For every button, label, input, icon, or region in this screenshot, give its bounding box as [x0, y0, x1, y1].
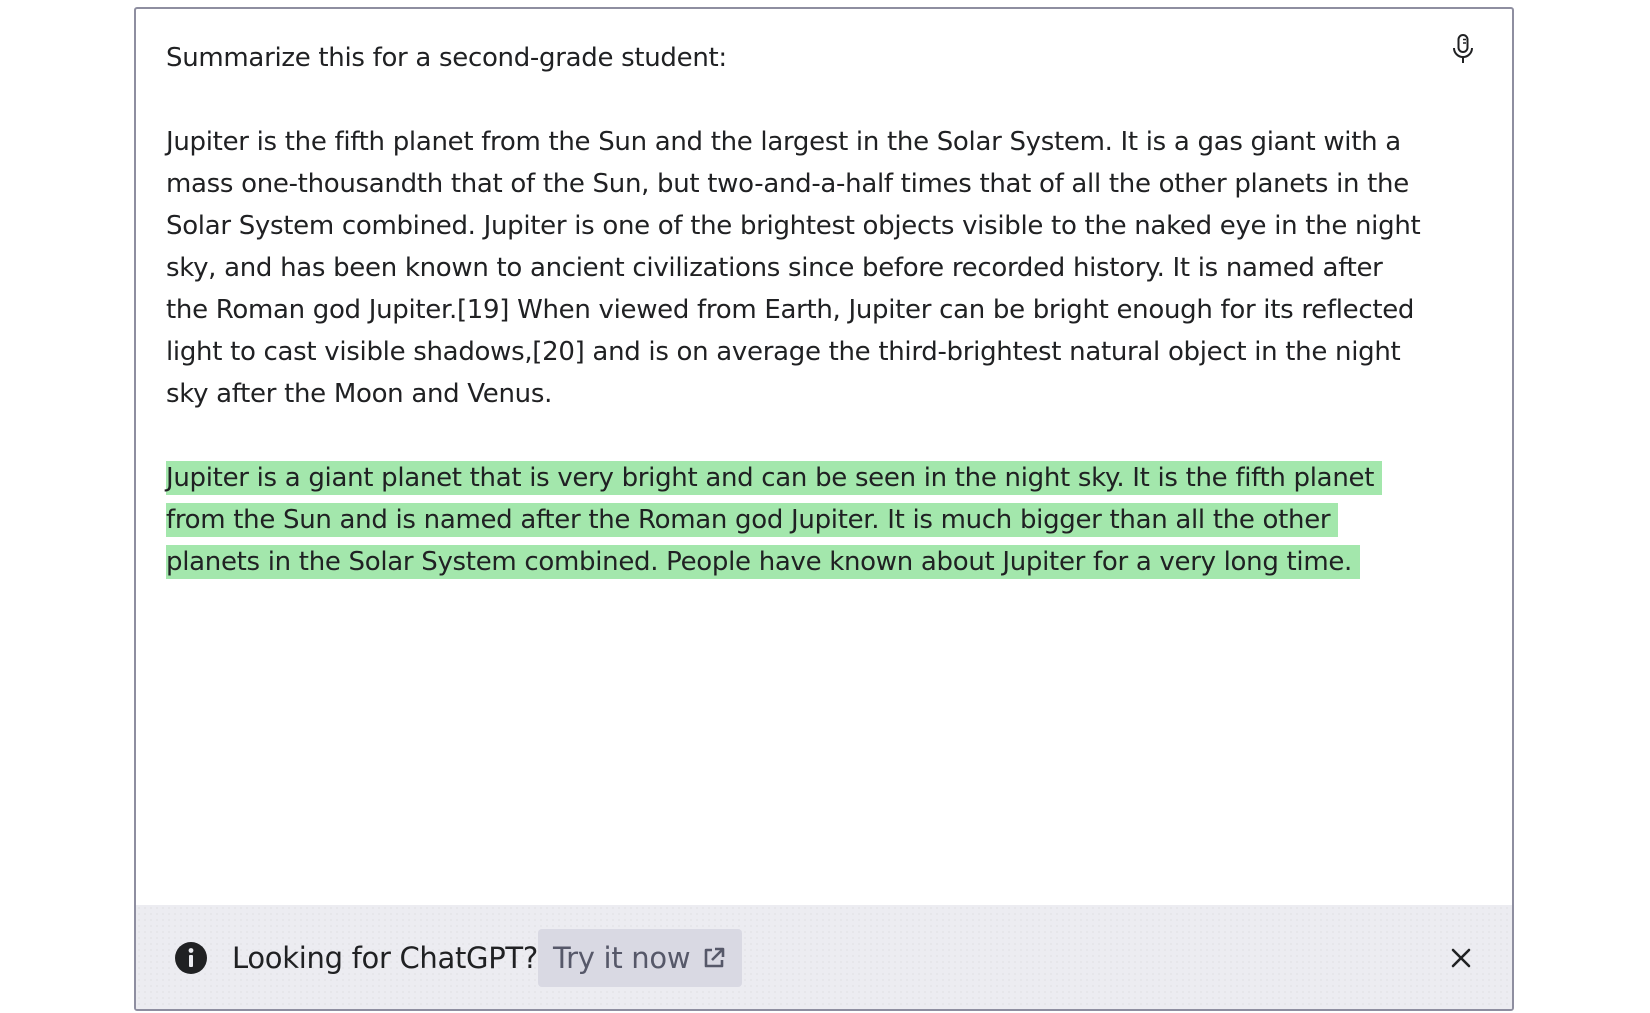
- info-icon: [174, 941, 208, 975]
- try-it-now-button[interactable]: Try it now: [538, 929, 743, 987]
- external-link-icon: [702, 946, 726, 970]
- completion-paragraph: Jupiter is a giant planet that is very b…: [166, 457, 1426, 583]
- microphone-icon[interactable]: [1450, 33, 1476, 67]
- close-icon[interactable]: [1448, 945, 1474, 971]
- completion-highlight: Jupiter is a giant planet that is very b…: [166, 461, 1383, 579]
- playground-editor-frame: Summarize this for a second-grade studen…: [134, 7, 1514, 1011]
- try-it-now-label: Try it now: [553, 941, 691, 975]
- banner-message: Looking for ChatGPT?: [232, 941, 538, 975]
- prompt-editor[interactable]: Summarize this for a second-grade studen…: [166, 37, 1426, 583]
- chatgpt-promo-banner: Looking for ChatGPT? Try it now: [136, 905, 1512, 1009]
- source-paragraph: Jupiter is the fifth planet from the Sun…: [166, 127, 1421, 409]
- prompt-instruction: Summarize this for a second-grade studen…: [166, 43, 727, 73]
